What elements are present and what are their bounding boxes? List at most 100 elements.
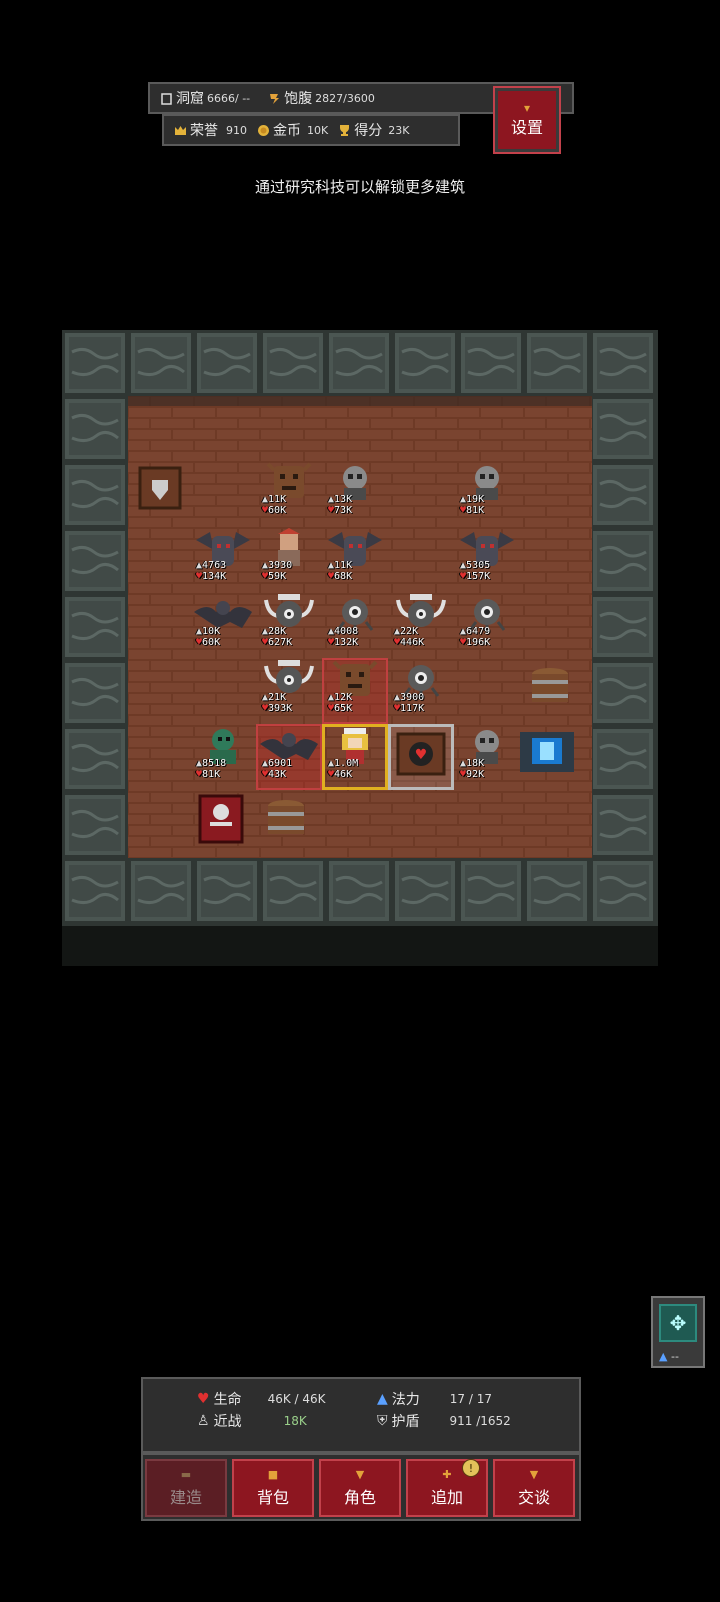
gold-label: 金币 — [273, 123, 301, 139]
unit-stats: ▲12K ♥65K — [328, 692, 353, 714]
unit-hp: 81K — [202, 769, 221, 780]
unit-warrior[interactable]: ▲3930 ♥59K — [256, 526, 322, 592]
tab-character[interactable]: ▼ 角色 — [319, 1459, 401, 1517]
speech-icon: ▼ — [529, 1467, 539, 1481]
bat-sprite-icon — [260, 733, 318, 760]
unit-horned[interactable]: ▲28K ♥627K — [256, 592, 322, 658]
unit-stats: ▲11K ♥68K — [328, 560, 353, 582]
skull-sprite-icon — [475, 730, 499, 764]
plus-icon: ✚ — [442, 1467, 452, 1481]
unit-horned[interactable]: ▲22K ♥446K — [388, 592, 454, 658]
shield-label: 护盾 — [391, 1414, 420, 1430]
unit-stats: ▲3900 ♥117K — [394, 692, 425, 714]
unit-hp: 92K — [466, 769, 485, 780]
unit-bat[interactable]: ▲6901 ♥43K — [256, 724, 322, 790]
unit-attack: 11K — [334, 560, 353, 571]
honor-value: 910 — [226, 123, 247, 137]
horned-sprite-icon — [396, 594, 446, 627]
unit-ghoul[interactable]: ▲8518 ♥81K — [190, 724, 256, 790]
gargoyle-sprite-icon — [460, 532, 514, 566]
unit-hp: 60K — [268, 505, 287, 516]
unit-hp: 132K — [334, 637, 359, 648]
unit-stats: ▲11K ♥60K — [262, 494, 287, 516]
score-stat: 得分 23K — [338, 120, 409, 140]
unit-gargoyle[interactable]: ▲4763 ♥134K — [190, 526, 256, 592]
cave-label: 洞窟 — [176, 91, 204, 107]
unit-bat[interactable]: ▲10K ♥60K — [190, 592, 256, 658]
unit-hp: 59K — [268, 571, 287, 582]
unit-hp: 157K — [466, 571, 491, 582]
eye-sprite-icon — [402, 665, 440, 699]
shield-banner-icon[interactable] — [132, 460, 198, 526]
tab-build[interactable]: ▬ 建造 — [145, 1459, 227, 1517]
unit-attack: 22K — [400, 626, 419, 637]
tab-character-label: 角色 — [343, 1487, 376, 1507]
unit-hp: 196K — [466, 637, 491, 648]
unit-attack: 4763 — [202, 560, 227, 571]
unit-stats: ▲4008 ♥132K — [328, 626, 359, 648]
unit-eye[interactable]: ▲6479 ♥196K — [454, 592, 520, 658]
alert-badge: ! — [462, 1459, 480, 1477]
unit-attack: 1.0M — [334, 758, 359, 769]
melee-row: ♙ 近战 18K — [197, 1411, 307, 1431]
unit-tree[interactable]: ▲11K ♥60K — [256, 460, 322, 526]
unit-stats: ▲6479 ♥196K — [460, 626, 491, 648]
tree-sprite-icon — [332, 660, 378, 696]
unit-attack: 4008 — [334, 626, 359, 637]
unit-hero[interactable]: ▲1.0M ♥46K — [322, 724, 388, 790]
hp-row: ♥ 生命 46K / 46K — [197, 1389, 326, 1409]
unit-stats: ▲22K ♥446K — [394, 626, 425, 648]
mp-label: 法力 — [391, 1392, 420, 1408]
unit-horned[interactable]: ▲21K ♥393K — [256, 658, 322, 724]
settings-label: 设置 — [510, 118, 543, 137]
unit-gargoyle[interactable]: ▲11K ♥68K — [322, 526, 388, 592]
heart-banner-icon[interactable]: ♥ — [392, 728, 458, 794]
unit-stats: ▲28K ♥627K — [262, 626, 293, 648]
chest-icon[interactable] — [514, 720, 580, 786]
unit-stats: ▲3930 ♥59K — [262, 560, 293, 582]
tab-bag[interactable]: ■ 背包 — [232, 1459, 314, 1517]
unit-attack: 10K — [202, 626, 221, 637]
cave-stat: 洞窟 6666/ -- — [160, 88, 250, 108]
tab-talk[interactable]: ▼ 交谈 — [493, 1459, 575, 1517]
horned-sprite-icon — [264, 660, 314, 693]
hammer-icon: ▬ — [180, 1467, 192, 1481]
warrior-sprite-icon — [278, 528, 300, 566]
unit-hp: 65K — [334, 703, 353, 714]
unit-stats: ▲21K ♥393K — [262, 692, 293, 714]
unit-tree[interactable]: ▲12K ♥65K — [322, 658, 388, 724]
unit-attack: 6901 — [268, 758, 293, 769]
potion-icon: ▲ — [377, 1391, 388, 1407]
barrel-icon[interactable] — [520, 658, 586, 724]
unit-skull[interactable]: ▲13K ♥73K — [322, 460, 388, 526]
unit-hp: 46K — [334, 769, 353, 780]
unit-gargoyle[interactable]: ▲5305 ♥157K — [454, 526, 520, 592]
unit-attack: 5305 — [466, 560, 491, 571]
hero-sprite-icon — [342, 728, 368, 764]
unit-skull[interactable]: ▲18K ♥92K — [454, 724, 520, 790]
settings-button[interactable]: ▾ 设置 — [493, 86, 561, 154]
sword-icon: ♙ — [197, 1413, 210, 1429]
unit-hp: 627K — [268, 637, 293, 648]
quick-tool[interactable]: ✥ ▲ -- — [651, 1296, 705, 1368]
shield-icon: ⛨ — [377, 1413, 388, 1429]
cave-value: 6666/ -- — [207, 91, 251, 105]
gold-value: 10K — [307, 123, 329, 137]
unit-eye[interactable]: ▲3900 ♥117K — [388, 658, 454, 724]
skull-flag-icon[interactable] — [190, 790, 256, 856]
tab-talk-label: 交谈 — [517, 1487, 550, 1507]
unit-attack: 18K — [466, 758, 485, 769]
unit-attack: 19K — [466, 494, 485, 505]
unit-stats: ▲5305 ♥157K — [460, 560, 491, 582]
bottom-tab-bar: ▬ 建造 ■ 背包 ▼ 角色 ✚ 追加 ! ▼ 交谈 — [141, 1453, 581, 1521]
gold-stat: 金币 10K — [257, 120, 328, 140]
unit-stats: ▲4763 ♥134K — [196, 560, 227, 582]
barrel-icon[interactable] — [256, 790, 322, 856]
bag-icon: ■ — [267, 1467, 279, 1481]
unit-hp: 68K — [334, 571, 353, 582]
unit-eye[interactable]: ▲4008 ♥132K — [322, 592, 388, 658]
svg-text:♥: ♥ — [415, 747, 428, 763]
hp-label: 生命 — [213, 1392, 242, 1408]
tab-add[interactable]: ✚ 追加 ! — [406, 1459, 488, 1517]
unit-skull[interactable]: ▲19K ♥81K — [454, 460, 520, 526]
